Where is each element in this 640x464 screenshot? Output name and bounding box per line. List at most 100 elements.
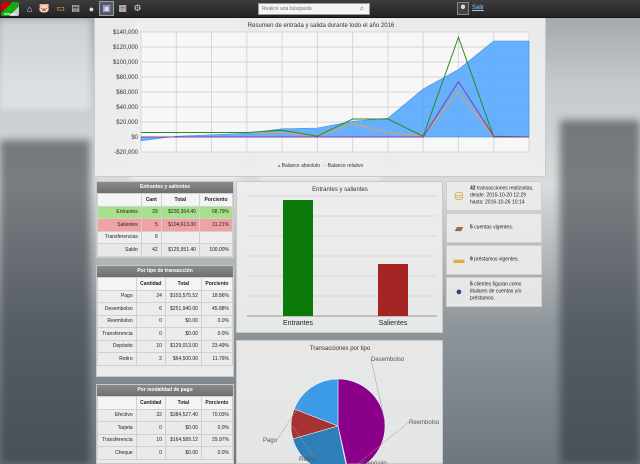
accounts-info-card: ▰ 5 cuentas vigentes.: [446, 213, 542, 243]
table-cell: 0.0%: [200, 421, 234, 435]
table-cell: $0.00: [164, 421, 202, 435]
table-row: Pago 24 $103,575.52 18.86%: [97, 289, 234, 303]
table-row: Reembolso 0 $0.00 0.0%: [97, 314, 234, 328]
table-cell: Reembolso: [97, 314, 137, 328]
table-row: Depósito 10 $129,013.00 23.49%: [97, 339, 234, 353]
tipo-transaccion-table: Cantidad Total Porciento Pago 24 $103,575.52 1…: [97, 277, 234, 366]
search-input[interactable]: [259, 4, 355, 14]
entrantes-salientes-table: Cant Total Porciento Entrantes 29 $230,3…: [97, 193, 234, 257]
column-header: [97, 277, 137, 291]
table-cell: 6: [135, 302, 166, 316]
table-cell: Tarjeta: [97, 421, 137, 435]
y-tick-label: $40,000: [116, 105, 138, 111]
legend-balance-relativo[interactable]: Balance relativo: [328, 163, 364, 169]
pie-chart: Transacciones por tipoDesembolso Reembols…: [263, 346, 440, 464]
table-cell: 0.0%: [200, 327, 234, 341]
table-cell: $251,940.00: [164, 302, 202, 316]
table-cell: $384,527.40: [164, 408, 202, 422]
loans-text: préstamos vigentes.: [472, 256, 519, 263]
table-row: Entrantes 29 $230,364.40 68.79%: [97, 205, 234, 219]
table-cell: 0.0%: [200, 314, 234, 328]
table-row: Transferencia 0 $0.00 0.0%: [97, 327, 234, 341]
column-header: [97, 396, 137, 410]
user-icon[interactable]: ●: [85, 2, 98, 15]
print-icon[interactable]: ▦: [116, 2, 129, 15]
clients-text: clientes figuran como titulares de cuent…: [470, 281, 522, 302]
bar-salientes: [378, 264, 408, 316]
pie-slice-0: [337, 378, 386, 464]
pie-label: Reembolso: [409, 420, 440, 426]
table-cell: 0: [135, 446, 166, 460]
tipo-transaccion-table-panel: Por tipo de transacción Cantidad Total Por…: [96, 265, 234, 377]
avatar[interactable]: [457, 2, 469, 15]
table-cell: Depósito: [97, 339, 137, 353]
wallet-icon: ▰: [454, 222, 464, 235]
table-cell: Transferencia: [97, 433, 137, 447]
pie-label: Pago: [263, 438, 278, 444]
table-cell: 11.76%: [200, 352, 234, 366]
table-row: Salientes 5 $104,613.00 31.21%: [97, 218, 234, 232]
column-header: Total: [164, 277, 202, 291]
logout-link[interactable]: Salir: [472, 5, 484, 11]
folder-icon[interactable]: ▭: [54, 2, 67, 15]
table-cell: 70.03%: [200, 408, 234, 422]
table-cell: Desembolso: [97, 302, 137, 316]
home-icon[interactable]: ⌂: [23, 2, 36, 15]
table-cell: $0.00: [164, 446, 202, 460]
legend-balance-absoluto[interactable]: Balance absoluto: [282, 163, 320, 169]
table-row: Efectivo 32 $384,527.40 70.03%: [97, 408, 234, 422]
y-tick-label: $60,000: [116, 90, 138, 96]
table-cell: Cheque: [97, 446, 137, 460]
chart-title: Transacciones por tipo: [310, 346, 371, 352]
column-header: Cantidad: [135, 396, 166, 410]
dashboard-icon[interactable]: ▣: [99, 1, 114, 16]
table-cell: $103,575.52: [164, 289, 202, 303]
table-title: Entrantes y salientes: [97, 182, 233, 193]
table-row: Saldo 42 $125,951.40 100.00%: [97, 243, 234, 257]
table-cell: 10: [135, 339, 166, 353]
table-cell: $64,500.00: [164, 352, 202, 366]
table-cell: 18.86%: [200, 289, 234, 303]
table-cell: Pago: [97, 289, 137, 303]
column-header: Total: [160, 193, 200, 207]
document-icon[interactable]: ▤: [69, 2, 82, 15]
clients-info-card: ● 5 clientes figuran como titulares de c…: [446, 277, 542, 307]
table-row: Retiro 2 $64,500.00 11.76%: [97, 352, 234, 366]
column-header: Porciento: [200, 277, 234, 291]
table-cell: 23.49%: [200, 339, 234, 353]
table-row: Transferencias 8: [97, 230, 234, 244]
table-cell: 0: [135, 421, 166, 435]
coins-icon: ⛁: [454, 190, 464, 203]
folder-icon: ▬: [453, 254, 465, 266]
table-title: Por modalidad de pago: [97, 385, 233, 396]
bar-chart-panel: Entrantes y salientes Entrantes Salientes: [236, 181, 443, 333]
bar-chart: Entrantes y salientes Entrantes Salientes: [247, 187, 437, 327]
y-tick-label: -$20,000: [114, 150, 138, 156]
pie-chart-panel: Transacciones por tipo Desembolso Reembols…: [236, 340, 443, 464]
x-tick-label: Salientes: [379, 320, 408, 327]
search-icon[interactable]: ⌕: [356, 4, 368, 14]
modalidad-pago-table: Cantidad Total Porciento Efectivo 32 $384,527…: [97, 396, 234, 460]
table-cell: $164,589.12: [164, 433, 202, 447]
table-cell: $0.00: [164, 314, 202, 328]
column-header: Cant: [140, 193, 162, 207]
table-title: Por tipo de transacción: [97, 266, 233, 277]
pie-label: Retiro: [299, 457, 316, 463]
table-row: Tarjeta 0 $0.00 0.0%: [97, 421, 234, 435]
table-cell: 10: [135, 433, 166, 447]
column-header: [97, 193, 142, 207]
table-cell: 2: [135, 352, 166, 366]
app-logo[interactable]: siscor: [1, 2, 19, 16]
settings-icon[interactable]: ⚙: [131, 2, 144, 15]
loans-info-card: ▬ 9 préstamos vigentes.: [446, 245, 542, 275]
column-header: Porciento: [200, 396, 234, 410]
table-row: Desembolso 6 $251,940.00 45.88%: [97, 302, 234, 316]
entrantes-salientes-table-panel: Entrantes y salientes Cant Total Porcien…: [96, 181, 234, 258]
table-row: Cheque 0 $0.00 0.0%: [97, 446, 234, 460]
area-chart-legend: ▲Balance absoluto —Balance relativo: [276, 163, 364, 169]
table-cell: 0: [135, 314, 166, 328]
column-header: Cantidad: [135, 277, 166, 291]
table-cell: $0.00: [164, 327, 202, 341]
piggy-bank-icon[interactable]: 🐷: [38, 2, 51, 15]
area-chart-panel: Resumen de entrada y salida durante todo…: [94, 17, 546, 177]
